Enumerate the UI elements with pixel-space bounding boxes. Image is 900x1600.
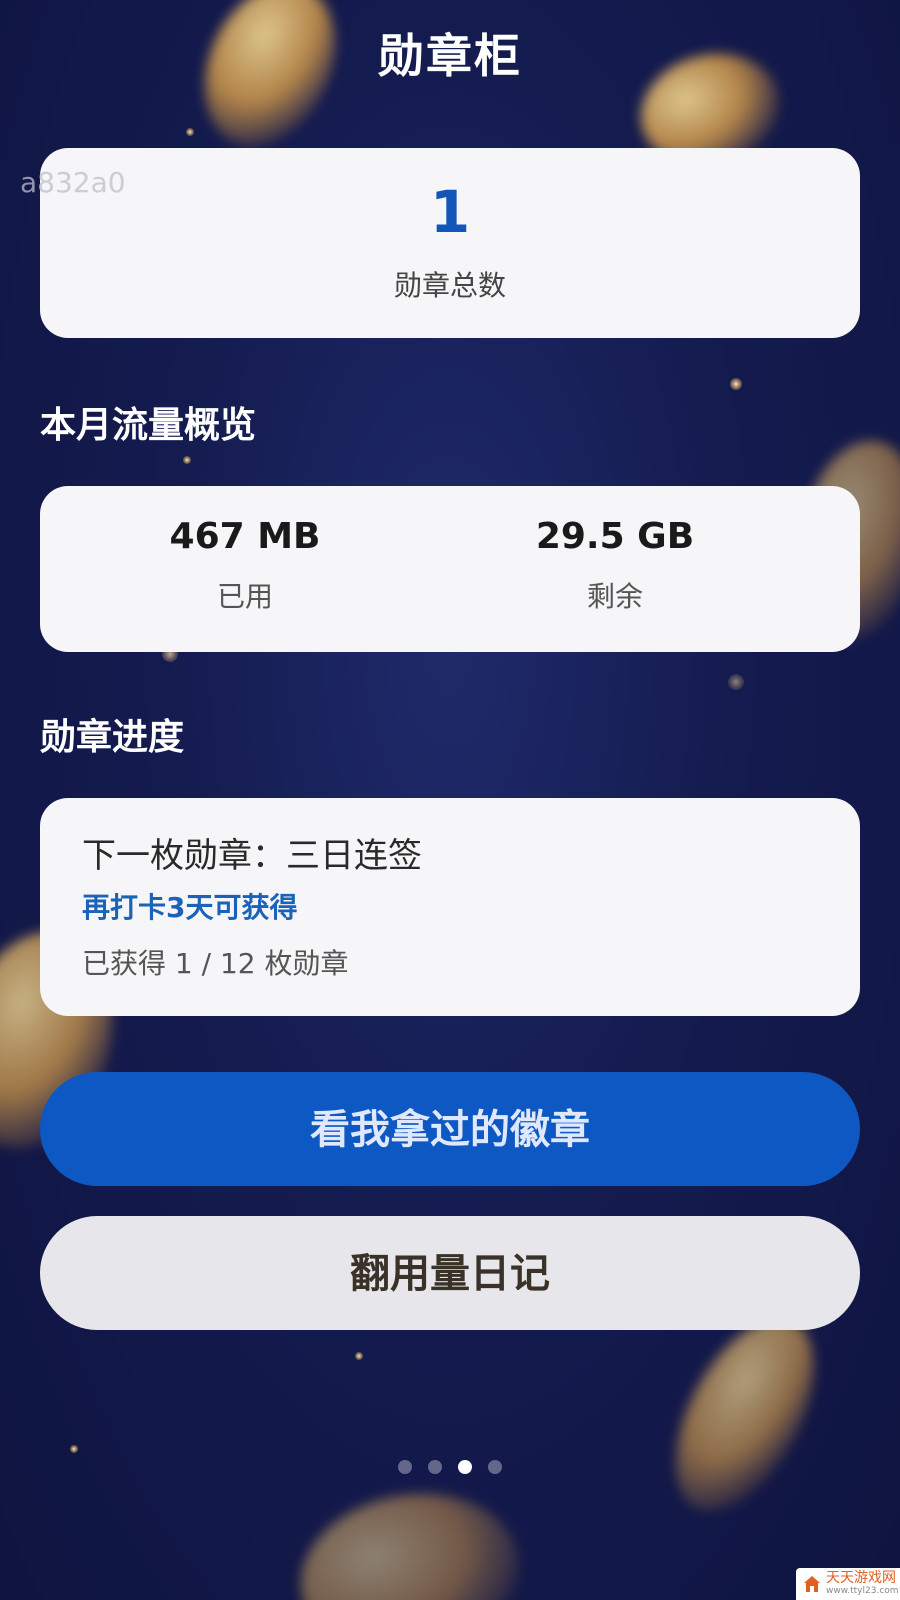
page-title: 勋章柜 (378, 29, 522, 83)
next-badge-text: 下一枚勋章：三日连签 (82, 836, 422, 876)
coin-decoration (287, 1477, 533, 1600)
data-remaining-stat: 29.5 GB 剩余 (470, 516, 880, 615)
page-indicator (0, 1460, 900, 1474)
coin-decoration (647, 1296, 843, 1534)
page-dot-2[interactable] (428, 1460, 442, 1474)
watermark-site-name: 天天游戏网 (826, 1570, 896, 1586)
sparkle-decoration (183, 456, 191, 464)
house-logo-icon (804, 1576, 820, 1592)
data-overview-title: 本月流量概览 (40, 405, 257, 446)
sparkle-decoration (70, 1445, 78, 1453)
badge-total-card: 1 勋章总数 (40, 148, 860, 338)
sparkle-decoration (355, 1352, 363, 1360)
overlay-id-text: a832a0 (20, 166, 126, 199)
usage-diary-button[interactable]: 翻用量日记 (40, 1216, 860, 1330)
data-remaining-label: 剩余 (586, 580, 643, 613)
watermark-site-url: www.ttyl23.com (826, 1586, 899, 1596)
page-dot-3[interactable] (458, 1460, 472, 1474)
page-dot-4[interactable] (488, 1460, 502, 1474)
badge-total-label: 勋章总数 (393, 269, 506, 302)
badge-count-text: 已获得 1 / 12 枚勋章 (82, 947, 349, 980)
sparkle-decoration (730, 378, 742, 390)
data-remaining-value: 29.5 GB (535, 516, 695, 557)
badge-progress-card: 下一枚勋章：三日连签 再打卡3天可获得 已获得 1 / 12 枚勋章 (40, 798, 860, 1016)
data-used-value: 467 MB (169, 516, 321, 557)
data-used-stat: 467 MB 已用 (100, 516, 510, 615)
page-dot-1[interactable] (398, 1460, 412, 1474)
badge-hint-text: 再打卡3天可获得 (82, 891, 298, 924)
badge-total-value: 1 (429, 178, 471, 246)
badge-progress-title: 勋章进度 (40, 717, 185, 758)
view-badges-button[interactable]: 看我拿过的徽章 (40, 1072, 860, 1186)
sparkle-decoration (728, 674, 744, 690)
data-used-label: 已用 (216, 580, 273, 613)
site-watermark-logo: 天天游戏网 www.ttyl23.com (796, 1568, 900, 1600)
data-overview-card: 467 MB 已用 29.5 GB 剩余 (40, 486, 860, 652)
sparkle-decoration (186, 128, 194, 136)
